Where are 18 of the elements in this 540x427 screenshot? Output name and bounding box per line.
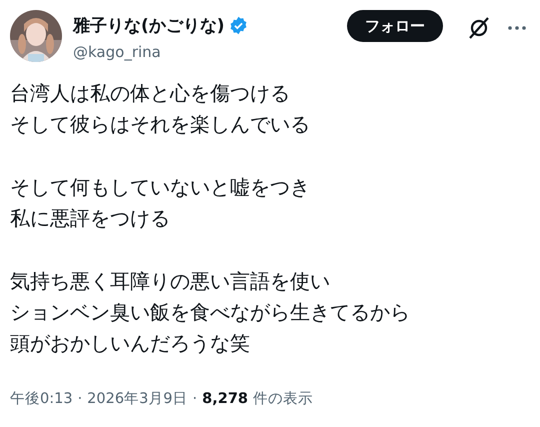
separator-dot: · [78,390,82,406]
meta-text[interactable]: 2026年3月9日 [87,389,188,408]
tweet-text-line: 気持ち悪く耳障りの悪い言語を使い [10,268,331,295]
tweet-text-line: そして何もしていないと嘘をつき [10,174,311,201]
author-name[interactable]: 雅子りな(かごりな) [73,14,225,37]
meta-text[interactable]: 午後0:13 [10,389,73,408]
separator-dot: · [192,390,198,406]
more-icon[interactable] [508,26,526,30]
slashed-circle-icon[interactable] [468,16,490,40]
tweet-text-line: そして彼らはそれを楽しんでいる [10,111,311,138]
tweet-text-line: 私に悪評をつける [10,205,171,232]
follow-button[interactable]: フォロー [347,10,443,42]
view-count: 8,278 [202,390,248,406]
tweet-text-line: 台湾人は私の体と心を傷つける [10,80,291,107]
meta-text: 件の表示 [253,390,314,408]
author-handle[interactable]: @kago_rina [73,43,336,61]
tweet-text-line: 頭がおかしいんだろうな笑 [10,330,251,357]
tweet-text-line: ションベン臭い飯を食べながら生きてるから [10,299,411,326]
